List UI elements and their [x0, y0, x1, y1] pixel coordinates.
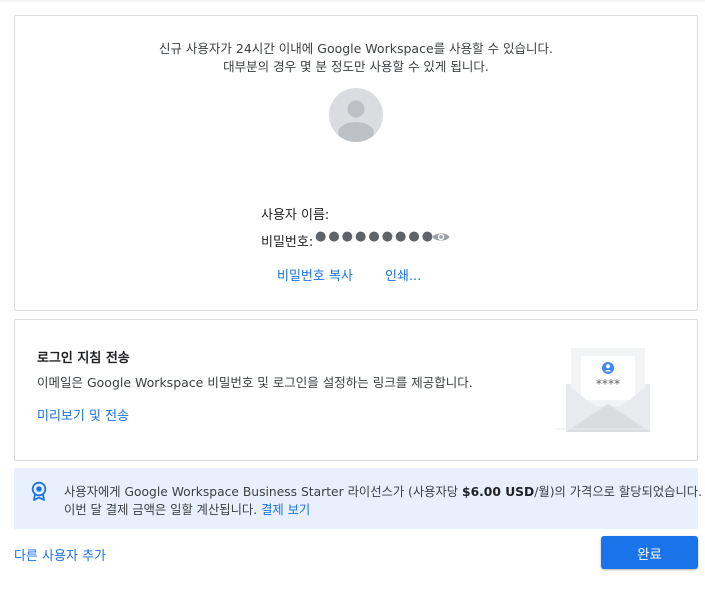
top-divider	[0, 0, 705, 2]
availability-message-line2: 대부분의 경우 몇 분 정도만 사용할 수 있게 됩니다.	[223, 59, 489, 74]
license-message-suffix: /월)의 가격으로 할당되었습니다.	[534, 485, 702, 499]
license-message-line2: 이번 달 결제 금액은 일할 계산됩니다. 결제 보기	[64, 500, 310, 518]
sign-in-instructions-card: 로그인 지침 전송 이메일은 Google Workspace 비밀번호 및 로…	[14, 319, 698, 461]
password-value: ●●●●●●●●●	[315, 229, 436, 244]
user-credentials-card: 신규 사용자가 24시간 이내에 Google Workspace를 사용할 수…	[14, 15, 698, 311]
license-message-line1: 사용자에게 Google Workspace Business Starter …	[64, 482, 702, 500]
username-label: 사용자 이름:	[261, 208, 330, 223]
license-price: $6.00 USD	[462, 485, 535, 499]
availability-message-line1: 신규 사용자가 24시간 이내에 Google Workspace를 사용할 수…	[158, 41, 554, 56]
print-link[interactable]: 인쇄...	[385, 265, 421, 284]
svg-text:****: ****	[596, 377, 620, 391]
add-another-user-link[interactable]: 다른 사용자 추가	[14, 545, 106, 564]
copy-password-link[interactable]: 비밀번호 복사	[277, 265, 353, 284]
billing-note: 이번 달 결제 금액은 일할 계산됩니다.	[64, 503, 262, 517]
license-info-banner: 사용자에게 Google Workspace Business Starter …	[14, 468, 702, 529]
avatar-icon	[329, 88, 383, 142]
done-button[interactable]: 완료	[601, 536, 698, 569]
instructions-title: 로그인 지침 전송	[37, 351, 130, 366]
license-message-prefix: 사용자에게 Google Workspace Business Starter …	[64, 485, 463, 499]
eye-icon[interactable]	[431, 229, 451, 245]
instructions-description: 이메일은 Google Workspace 비밀번호 및 로그인을 설정하는 링…	[37, 375, 473, 390]
preview-send-link[interactable]: 미리보기 및 전송	[37, 405, 129, 424]
envelope-icon: ****	[553, 344, 653, 432]
view-billing-link[interactable]: 결제 보기	[261, 503, 310, 517]
password-label: 비밀번호:	[261, 235, 314, 250]
badge-icon	[30, 481, 48, 501]
